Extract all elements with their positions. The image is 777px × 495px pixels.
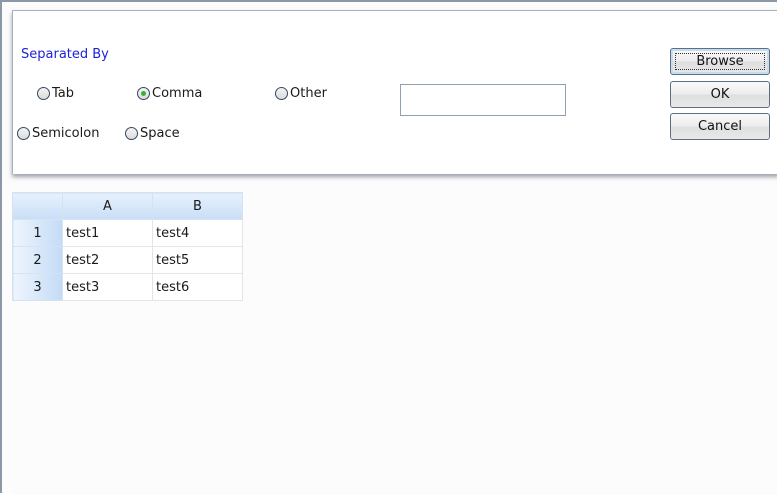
radio-comma-label[interactable]: Comma bbox=[152, 86, 202, 101]
browse-button[interactable]: Browse bbox=[670, 48, 770, 75]
grid-cell[interactable]: test6 bbox=[152, 273, 243, 301]
cancel-button-label[interactable]: Cancel bbox=[698, 119, 742, 134]
cancel-button[interactable]: Cancel bbox=[670, 113, 770, 140]
radio-other[interactable]: Other bbox=[275, 86, 327, 101]
separated-by-label: Separated By bbox=[21, 47, 109, 62]
radio-other-circle[interactable] bbox=[275, 87, 288, 100]
row-header-2[interactable]: 2 bbox=[12, 246, 63, 274]
radio-space-circle[interactable] bbox=[125, 127, 138, 140]
radio-tab[interactable]: Tab bbox=[37, 86, 74, 101]
grid-cell[interactable]: test2 bbox=[62, 246, 153, 274]
separator-options-panel: Separated By Tab Comma Other Semicolon S… bbox=[12, 10, 777, 174]
row-header-1[interactable]: 1 bbox=[12, 219, 63, 247]
grid-corner-cell[interactable] bbox=[12, 192, 63, 220]
grid-header-row: A B bbox=[12, 192, 243, 220]
table-row: 2 test2 test5 bbox=[12, 246, 243, 274]
radio-semicolon[interactable]: Semicolon bbox=[17, 126, 99, 141]
radio-space[interactable]: Space bbox=[125, 126, 180, 141]
radio-tab-label[interactable]: Tab bbox=[52, 86, 74, 101]
table-row: 1 test1 test4 bbox=[12, 219, 243, 247]
radio-space-label[interactable]: Space bbox=[140, 126, 180, 141]
radio-comma[interactable]: Comma bbox=[137, 86, 202, 101]
other-separator-input[interactable] bbox=[400, 84, 566, 116]
radio-comma-circle[interactable] bbox=[137, 87, 150, 100]
browse-button-label[interactable]: Browse bbox=[696, 54, 743, 69]
ok-button[interactable]: OK bbox=[670, 81, 770, 108]
grid-cell[interactable]: test4 bbox=[152, 219, 243, 247]
radio-tab-circle[interactable] bbox=[37, 87, 50, 100]
row-header-3[interactable]: 3 bbox=[12, 273, 63, 301]
grid-cell[interactable]: test1 bbox=[62, 219, 153, 247]
window-frame: Separated By Tab Comma Other Semicolon S… bbox=[0, 0, 777, 495]
column-header-b[interactable]: B bbox=[152, 192, 243, 220]
data-grid: A B 1 test1 test4 2 test2 test5 3 test3 bbox=[12, 192, 243, 301]
radio-other-label[interactable]: Other bbox=[290, 86, 327, 101]
radio-semicolon-label[interactable]: Semicolon bbox=[32, 126, 99, 141]
grid-cell[interactable]: test3 bbox=[62, 273, 153, 301]
data-grid-area: A B 1 test1 test4 2 test2 test5 3 test3 bbox=[12, 182, 777, 495]
column-header-a[interactable]: A bbox=[62, 192, 153, 220]
radio-semicolon-circle[interactable] bbox=[17, 127, 30, 140]
grid-cell[interactable]: test5 bbox=[152, 246, 243, 274]
table-row: 3 test3 test6 bbox=[12, 273, 243, 301]
ok-button-label[interactable]: OK bbox=[711, 87, 730, 102]
